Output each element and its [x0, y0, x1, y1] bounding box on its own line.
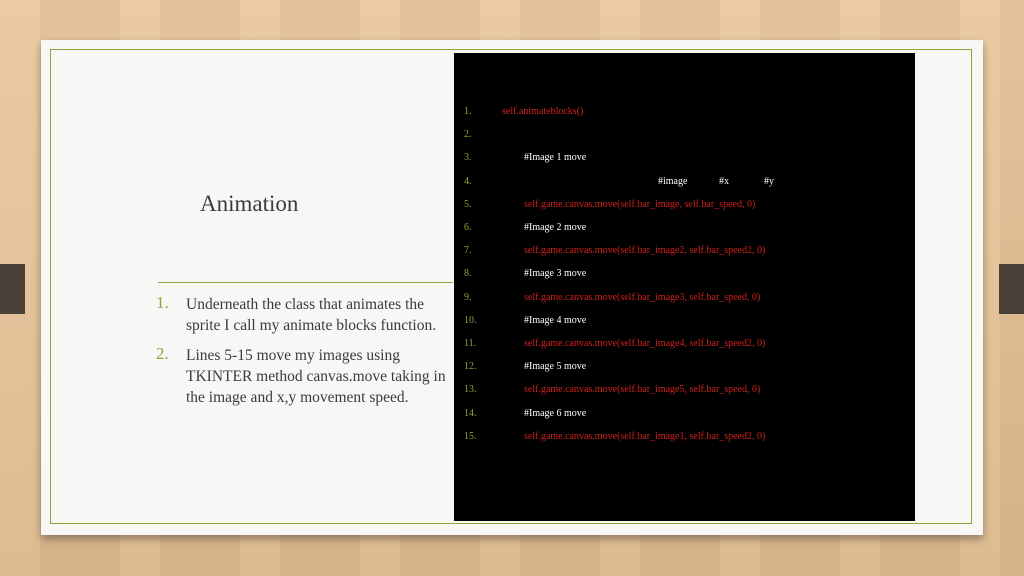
code-line-number: 9.: [464, 291, 472, 303]
bullet-number: 2.: [156, 344, 169, 363]
code-line-text: self.game.canvas.move(self.bar_image5, s…: [524, 384, 761, 396]
right-edge-tab: [999, 264, 1024, 314]
code-line-text: #Image 5 move: [524, 361, 587, 373]
code-line-text: self.game.canvas.move(self.bar_image3, s…: [524, 291, 761, 303]
code-line-text: self.game.canvas.move(self.bar_image, se…: [524, 198, 756, 210]
code-line-number: 12.: [464, 361, 477, 373]
list-item: 1. Underneath the class that animates th…: [156, 293, 456, 336]
code-line-text: self.animateblocks(): [502, 106, 584, 117]
code-line-number: 1.: [464, 106, 472, 117]
code-line-number: 14.: [464, 407, 477, 419]
code-line-number: 6.: [464, 222, 472, 233]
title-divider: [158, 282, 453, 283]
code-line-number: 8.: [464, 268, 472, 280]
code-line-number: 15.: [464, 430, 477, 442]
bullet-number: 1.: [156, 293, 169, 312]
bullet-text: Underneath the class that animates the s…: [186, 296, 437, 334]
code-line-text: #Image 4 move: [524, 314, 587, 326]
code-line-text: #Image 2 move: [524, 222, 587, 233]
code-line-number: 11.: [464, 338, 477, 349]
code-line-text: #Image 6 move: [524, 407, 587, 419]
list-item: 2. Lines 5-15 move my images using TKINT…: [156, 344, 456, 408]
code-line-number: 7.: [464, 245, 472, 257]
code-comment: #image: [658, 175, 688, 187]
code-line-number: 4.: [464, 175, 472, 187]
code-line-number: 2.: [464, 129, 472, 141]
code-line-number: 5.: [464, 198, 472, 210]
left-edge-tab: [0, 264, 25, 314]
code-line-text: #Image 3 move: [524, 268, 587, 280]
slide-title: Animation: [200, 191, 299, 216]
bullet-list: 1. Underneath the class that animates th…: [156, 293, 456, 417]
code-line-text: self.game.canvas.move(self.bar_image2, s…: [524, 245, 766, 257]
code-line-text: #Image 1 move: [524, 152, 587, 164]
code-line-text: self.game.canvas.move(self.bar_image1, s…: [524, 430, 766, 442]
code-line-number: 3.: [464, 152, 472, 164]
bullet-text: Lines 5-15 move my images using TKINTER …: [186, 347, 446, 406]
code-line-number: 13.: [464, 384, 477, 396]
code-panel: 1. self.animateblocks() 2. 3. #Image 1 move 4…: [454, 53, 915, 521]
code-line-number: 10.: [464, 314, 477, 326]
code-comment: #y: [764, 175, 774, 187]
code-comment: #x: [719, 175, 729, 187]
code-line-text: self.game.canvas.move(self.bar_image4, s…: [524, 338, 766, 349]
